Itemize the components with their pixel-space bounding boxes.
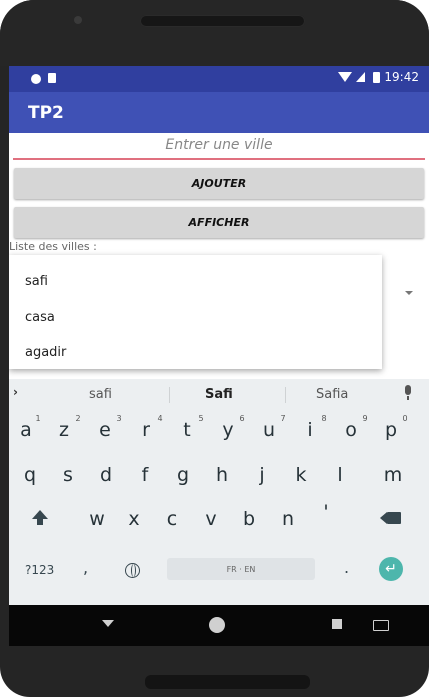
key-hint: 4 <box>157 414 163 423</box>
key-hint: 9 <box>362 414 368 423</box>
microphone-stand <box>407 396 409 400</box>
app-bar: TP2 <box>9 92 429 133</box>
key[interactable]: n <box>271 508 305 530</box>
keyboard-icon[interactable] <box>373 620 389 631</box>
enter-icon: ↵ <box>385 561 397 577</box>
comma-key[interactable]: , <box>83 558 88 577</box>
key-row-4: ?123 , FR · EN . ↵ <box>9 550 429 586</box>
dropdown-item[interactable]: casa <box>25 310 55 325</box>
key[interactable]: b <box>232 508 266 530</box>
key-hint: 6 <box>239 414 245 423</box>
status-right: 19:42 <box>338 70 419 84</box>
key-hint: 5 <box>198 414 204 423</box>
city-input[interactable]: Entrer une ville <box>13 136 425 160</box>
key[interactable]: m <box>376 464 410 486</box>
app-title: TP2 <box>28 103 64 123</box>
status-bar: 19:42 <box>9 66 429 92</box>
key[interactable]: d <box>89 464 123 486</box>
space-key[interactable]: FR · EN <box>167 558 315 580</box>
shift-icon[interactable] <box>32 510 48 519</box>
back-icon[interactable] <box>102 620 114 627</box>
key[interactable]: l <box>323 464 357 486</box>
backspace-icon-tip <box>380 512 387 524</box>
globe-icon[interactable] <box>125 563 140 578</box>
status-time: 19:42 <box>384 70 419 84</box>
key-hint: 3 <box>116 414 122 423</box>
suggestion-divider <box>285 387 286 403</box>
navigation-bar <box>9 605 429 646</box>
city-input-placeholder: Entrer une ville <box>165 137 273 153</box>
key-row-1: a 1 z 2 e 3 r 4 t 5 y 6 u 7 i 8 o 9 p 0 <box>9 409 429 445</box>
suggestion-item[interactable]: Safi <box>205 387 233 402</box>
period-key[interactable]: . <box>344 558 349 577</box>
key-hint: 1 <box>35 414 41 423</box>
key[interactable]: g <box>166 464 200 486</box>
add-button[interactable]: AJOUTER <box>14 168 424 199</box>
key[interactable]: ' <box>309 501 343 523</box>
key[interactable]: j <box>245 464 279 486</box>
signal-icon <box>356 72 366 82</box>
suggestion-strip: › safi Safi Safia <box>9 379 429 409</box>
key[interactable]: w <box>80 508 114 530</box>
expand-arrow-icon[interactable]: › <box>13 385 18 399</box>
keyboard: › safi Safi Safia a 1 z 2 e 3 r 4 t 5 y … <box>9 379 429 605</box>
suggestion-item[interactable]: Safia <box>316 387 348 402</box>
chevron-down-icon[interactable] <box>405 291 413 295</box>
key-hint: 8 <box>321 414 327 423</box>
shift-icon-stem <box>37 519 43 525</box>
backspace-icon[interactable] <box>387 512 401 524</box>
camera-icon <box>74 16 82 24</box>
key[interactable]: v <box>194 508 228 530</box>
show-button[interactable]: AFFICHER <box>14 207 424 238</box>
enter-key[interactable]: ↵ <box>379 557 403 581</box>
key[interactable]: x <box>117 508 151 530</box>
key[interactable]: f <box>128 464 162 486</box>
key-hint: 7 <box>280 414 286 423</box>
symbols-key[interactable]: ?123 <box>25 563 54 577</box>
list-label: Liste des villes : <box>9 240 97 253</box>
device-frame: 19:42 TP2 Entrer une ville AJOUTER AFFIC… <box>0 0 429 697</box>
wifi-icon <box>338 72 353 82</box>
device-chin <box>145 675 310 689</box>
key[interactable]: c <box>155 508 189 530</box>
microphone-icon[interactable] <box>405 385 411 395</box>
suggestion-divider <box>169 387 170 403</box>
home-icon[interactable] <box>209 617 225 633</box>
key-hint: 2 <box>75 414 81 423</box>
suggestion-item[interactable]: safi <box>89 387 112 402</box>
dropdown-item[interactable]: agadir <box>25 345 66 360</box>
key[interactable]: h <box>205 464 239 486</box>
key-row-2: q s d f g h j k l m <box>9 454 429 490</box>
key[interactable]: k <box>284 464 318 486</box>
speaker-grille <box>140 15 305 27</box>
sd-card-icon <box>48 73 56 83</box>
key-row-3: w x c v b n ' <box>9 499 429 535</box>
battery-icon <box>373 71 381 83</box>
dot-icon <box>31 74 41 84</box>
recent-apps-icon[interactable] <box>332 619 342 629</box>
city-dropdown: safi casa agadir <box>9 255 382 369</box>
screen: 19:42 TP2 Entrer une ville AJOUTER AFFIC… <box>9 66 429 646</box>
dropdown-item[interactable]: safi <box>25 274 48 289</box>
key-hint: 0 <box>402 414 408 423</box>
device-top <box>0 0 429 66</box>
space-key-label: FR · EN <box>226 564 256 574</box>
key[interactable]: s <box>51 464 85 486</box>
key[interactable]: q <box>13 464 47 486</box>
